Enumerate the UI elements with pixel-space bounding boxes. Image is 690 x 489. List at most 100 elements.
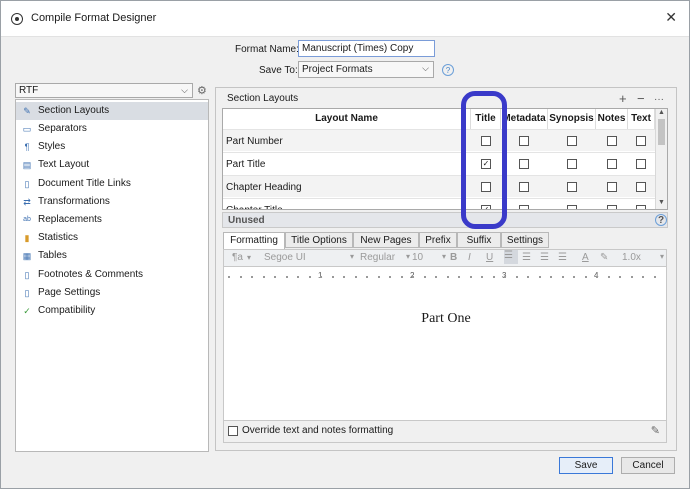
- tab-formatting[interactable]: Formatting: [223, 232, 285, 250]
- title-bar: Compile Format Designer ✕: [1, 1, 689, 37]
- statistics-icon: ▮: [24, 233, 30, 243]
- font-family-select[interactable]: Segoe UI ▾: [264, 252, 354, 263]
- unused-bar[interactable]: Unused ?: [222, 212, 668, 228]
- tab-title-options[interactable]: Title Options: [285, 232, 353, 248]
- format-name-input[interactable]: Manuscript (Times) Copy: [298, 40, 435, 57]
- line-spacing-select[interactable]: 1.0x ▾: [622, 252, 664, 263]
- column-header-text[interactable]: Text: [628, 109, 655, 129]
- scroll-up-icon[interactable]: ▲: [658, 109, 665, 116]
- sidebar-item-styles[interactable]: ¶ Styles: [16, 138, 208, 156]
- sidebar-item-replacements[interactable]: ab Replacements: [16, 211, 208, 229]
- sidebar-item-tables[interactable]: ▦ Tables: [16, 247, 208, 265]
- checkbox-metadata[interactable]: [519, 136, 529, 146]
- save-to-select[interactable]: Project Formats ⌵: [298, 61, 434, 78]
- checkbox-notes[interactable]: [607, 159, 617, 169]
- checkbox-metadata[interactable]: [519, 182, 529, 192]
- sidebar-item-document-title-links[interactable]: ▯ Document Title Links: [16, 175, 208, 193]
- add-layout-icon[interactable]: +: [619, 91, 627, 106]
- ruler-tick: [584, 276, 587, 278]
- column-header-layout-name[interactable]: Layout Name: [223, 109, 471, 129]
- paragraph-style-select[interactable]: ¶a ▾: [232, 252, 251, 263]
- ruler-tick: [573, 276, 575, 278]
- table-scrollbar[interactable]: ▲ ▼: [655, 109, 667, 209]
- sidebar-item-page-settings[interactable]: ▯ Page Settings: [16, 284, 208, 302]
- checkbox-synopsis[interactable]: [567, 182, 577, 192]
- scroll-down-icon[interactable]: ▼: [658, 199, 665, 206]
- italic-button[interactable]: I: [468, 252, 471, 263]
- unused-label: Unused: [228, 215, 265, 226]
- checkbox-text[interactable]: [636, 205, 646, 209]
- table-row[interactable]: Part Number: [223, 129, 655, 151]
- cancel-button[interactable]: Cancel: [621, 457, 675, 474]
- column-header-metadata[interactable]: Metadata: [501, 109, 548, 129]
- format-name-label: Format Name:: [235, 44, 299, 55]
- help-icon[interactable]: ?: [442, 64, 454, 76]
- output-format-select[interactable]: RTF ⌵: [15, 83, 193, 98]
- format-preview-editor[interactable]: Part One: [223, 287, 667, 421]
- sidebar-item-label: Footnotes & Comments: [38, 269, 144, 280]
- ruler-tick: [308, 276, 311, 278]
- sidebar-item-compatibility[interactable]: ✓ Compatibility: [16, 302, 208, 320]
- sidebar-item-section-layouts[interactable]: ✎ Section Layouts: [16, 102, 208, 120]
- ruler-tick: [331, 276, 334, 278]
- sidebar-item-transformations[interactable]: ⇄ Transformations: [16, 193, 208, 211]
- font-size-select[interactable]: 10 ▾: [412, 252, 446, 263]
- sidebar-item-footnotes-comments[interactable]: ▯ Footnotes & Comments: [16, 266, 208, 284]
- table-row[interactable]: Chapter Heading: [223, 175, 655, 197]
- sidebar-item-statistics[interactable]: ▮ Statistics: [16, 229, 208, 247]
- ruler-tick: [527, 276, 529, 278]
- checkbox-synopsis[interactable]: [567, 159, 577, 169]
- ruler-tick: [366, 276, 368, 278]
- column-header-synopsis[interactable]: Synopsis: [548, 109, 596, 129]
- highlight-icon[interactable]: ✎: [600, 252, 608, 263]
- help-icon[interactable]: ?: [655, 214, 667, 226]
- checkbox-metadata[interactable]: [519, 205, 529, 209]
- align-center-icon[interactable]: ☰: [522, 252, 531, 263]
- sidebar-item-text-layout[interactable]: ▤ Text Layout: [16, 156, 208, 174]
- checkbox-synopsis[interactable]: [567, 136, 577, 146]
- tab-suffix[interactable]: Suffix: [457, 232, 501, 248]
- tab-prefix[interactable]: Prefix: [419, 232, 457, 248]
- output-format-value: RTF: [19, 85, 39, 96]
- checkbox-metadata[interactable]: [519, 159, 529, 169]
- brush-icon[interactable]: ✎: [651, 424, 660, 437]
- layout-name: Part Title: [226, 159, 266, 170]
- align-right-icon[interactable]: ☰: [540, 252, 549, 263]
- ruler[interactable]: 1 2 3 4: [223, 267, 667, 287]
- override-checkbox[interactable]: [228, 426, 238, 436]
- scroll-thumb[interactable]: [658, 119, 665, 145]
- justify-icon[interactable]: ☰: [558, 252, 567, 263]
- checkbox-synopsis[interactable]: [567, 205, 577, 209]
- checkbox-text[interactable]: [636, 159, 646, 169]
- table-row[interactable]: Chapter Title✓: [223, 198, 655, 209]
- table-row[interactable]: Part Title ✓: [223, 152, 655, 174]
- page-settings-icon: ▯: [24, 288, 30, 298]
- checkbox-text[interactable]: [636, 136, 646, 146]
- font-weight-select[interactable]: Regular ▾: [360, 252, 410, 263]
- font-family-value: Segoe UI: [264, 252, 306, 263]
- remove-layout-icon[interactable]: −: [637, 91, 645, 106]
- sidebar-item-separators[interactable]: ▭ Separators: [16, 120, 208, 138]
- column-header-notes[interactable]: Notes: [596, 109, 628, 129]
- tab-new-pages[interactable]: New Pages: [353, 232, 419, 248]
- align-left-icon[interactable]: ☰: [504, 250, 518, 264]
- separator-icon: ▭: [22, 124, 32, 134]
- chevron-down-icon: ⌵: [422, 63, 429, 73]
- layout-name: Chapter Heading: [226, 182, 302, 193]
- bold-button[interactable]: B: [450, 252, 457, 263]
- close-icon[interactable]: ✕: [665, 9, 677, 26]
- save-button[interactable]: Save: [559, 457, 613, 474]
- checkbox-notes[interactable]: [607, 136, 617, 146]
- checkbox-notes[interactable]: [607, 205, 617, 209]
- tab-settings[interactable]: Settings: [501, 232, 549, 248]
- underline-button[interactable]: U: [486, 252, 493, 263]
- more-options-icon[interactable]: ···: [654, 94, 664, 105]
- layout-name: Chapter Title: [226, 205, 283, 209]
- checkbox-notes[interactable]: [607, 182, 617, 192]
- override-row: Override text and notes formatting ✎: [223, 421, 667, 443]
- line-spacing-value: 1.0x: [622, 252, 641, 263]
- gear-icon[interactable]: ⚙: [197, 84, 207, 97]
- checkbox-text[interactable]: [636, 182, 646, 192]
- section-layouts-title: Section Layouts: [227, 93, 299, 104]
- text-color-button[interactable]: A: [582, 252, 589, 263]
